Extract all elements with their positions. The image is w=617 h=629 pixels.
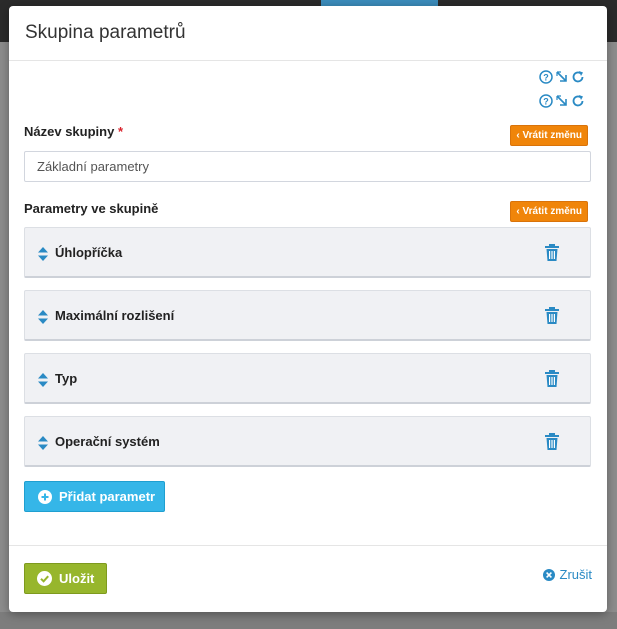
required-mark: * bbox=[117, 124, 124, 139]
trash-icon[interactable] bbox=[545, 433, 559, 450]
param-name: Typ bbox=[55, 371, 78, 386]
cancel-link[interactable]: Zrušit bbox=[542, 567, 593, 582]
params-revert-button[interactable]: ‹ Vrátit změnu bbox=[510, 201, 588, 222]
util-icons-row-1: ? bbox=[539, 70, 585, 84]
group-name-label-text: Název skupiny bbox=[24, 124, 115, 139]
trash-icon[interactable] bbox=[545, 307, 559, 324]
param-row: Úhlopříčka bbox=[24, 227, 591, 278]
refresh-icon[interactable] bbox=[571, 94, 585, 108]
parameter-group-modal: Skupina parametrů ? ? Název skupiny * ‹ … bbox=[9, 6, 607, 612]
add-parameter-label: Přidat parametr bbox=[59, 489, 156, 504]
save-button[interactable]: Uložit bbox=[24, 563, 107, 594]
svg-text:?: ? bbox=[543, 73, 549, 83]
plus-circle-icon bbox=[38, 489, 52, 504]
add-parameter-button[interactable]: Přidat parametr bbox=[24, 481, 165, 512]
group-name-revert-button[interactable]: ‹ Vrátit změnu bbox=[510, 125, 588, 146]
modal-title: Skupina parametrů bbox=[25, 22, 186, 43]
trash-icon[interactable] bbox=[545, 370, 559, 387]
help-icon[interactable]: ? bbox=[539, 70, 553, 84]
svg-text:?: ? bbox=[543, 97, 549, 107]
check-circle-icon bbox=[37, 571, 52, 586]
group-name-label: Název skupiny * bbox=[24, 124, 123, 139]
backdrop-bottom bbox=[0, 612, 617, 629]
param-name: Maximální rozlišení bbox=[55, 308, 175, 323]
param-name: Úhlopříčka bbox=[55, 245, 123, 260]
group-name-input[interactable]: Základní parametry bbox=[24, 151, 591, 182]
expand-icon[interactable] bbox=[555, 70, 569, 84]
help-icon[interactable]: ? bbox=[539, 94, 553, 108]
param-name: Operační systém bbox=[55, 434, 160, 449]
modal-header: Skupina parametrů bbox=[9, 6, 607, 61]
expand-icon[interactable] bbox=[555, 94, 569, 108]
cancel-label: Zrušit bbox=[559, 567, 593, 582]
drag-handle-icon[interactable] bbox=[38, 436, 48, 450]
util-icons-row-2: ? bbox=[539, 94, 585, 108]
params-section-label: Parametry ve skupině bbox=[24, 201, 159, 216]
drag-handle-icon[interactable] bbox=[38, 247, 48, 261]
footer-divider bbox=[9, 545, 607, 546]
param-row: Operační systém bbox=[24, 416, 591, 467]
param-row: Typ bbox=[24, 353, 591, 404]
save-label: Uložit bbox=[59, 571, 95, 586]
trash-icon[interactable] bbox=[545, 244, 559, 261]
times-circle-icon bbox=[542, 568, 555, 581]
refresh-icon[interactable] bbox=[571, 70, 585, 84]
drag-handle-icon[interactable] bbox=[38, 373, 48, 387]
drag-handle-icon[interactable] bbox=[38, 310, 48, 324]
param-row: Maximální rozlišení bbox=[24, 290, 591, 341]
